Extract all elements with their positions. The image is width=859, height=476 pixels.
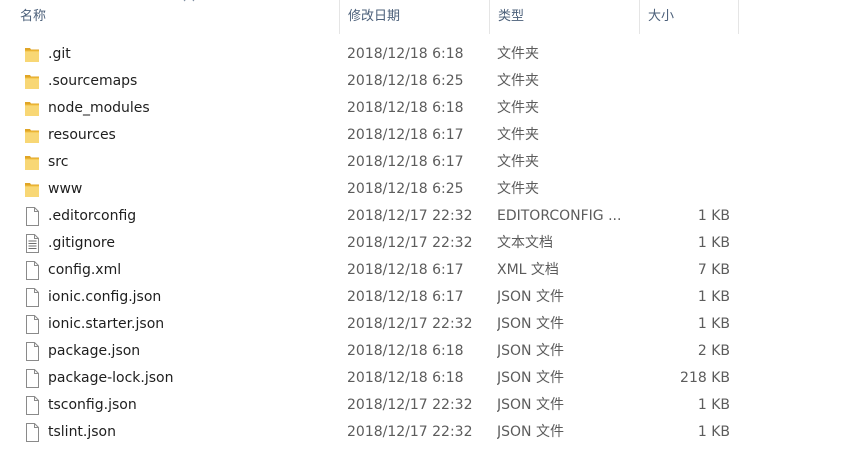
file-name: src [48, 154, 69, 170]
file-name: .sourcemaps [48, 73, 138, 89]
file-row[interactable]: ionic.config.json 2018/12/18 6:17 JSON 文件 1… [0, 284, 859, 311]
file-name: tslint.json [48, 424, 116, 440]
folder-icon [24, 45, 40, 64]
folder-icon [24, 153, 40, 172]
file-date-modified: 2018/12/18 6:17 [347, 262, 464, 278]
file-icon [24, 342, 40, 361]
file-size: 218 KB [680, 370, 730, 386]
file-date-modified: 2018/12/17 22:32 [347, 316, 473, 332]
sort-ascending-icon [183, 0, 195, 6]
file-list: .git 2018/12/18 6:18 文件夹 .sourcemaps 2018/1… [0, 41, 859, 446]
file-name: tsconfig.json [48, 397, 137, 413]
folder-icon [24, 99, 40, 118]
file-type: JSON 文件 [497, 397, 564, 413]
column-header-date[interactable]: 修改日期 [339, 0, 489, 34]
file-size: 1 KB [697, 316, 730, 332]
file-row[interactable]: .git 2018/12/18 6:18 文件夹 [0, 41, 859, 68]
file-name: .gitignore [48, 235, 115, 251]
file-name: .editorconfig [48, 208, 137, 224]
file-row[interactable]: resources 2018/12/18 6:17 文件夹 [0, 122, 859, 149]
file-name: .git [48, 46, 71, 62]
file-type: 文件夹 [497, 154, 539, 170]
file-size: 1 KB [697, 208, 730, 224]
file-row[interactable]: config.xml 2018/12/18 6:17 XML 文档 7 KB [0, 257, 859, 284]
file-type: JSON 文件 [497, 370, 564, 386]
column-header-bar: 名称 修改日期 类型 大小 [0, 0, 859, 34]
file-icon [24, 288, 40, 307]
column-header-name-label: 名称 [20, 9, 47, 24]
file-type: EDITORCONFIG ... [497, 208, 622, 224]
file-type: 文件夹 [497, 127, 539, 143]
file-date-modified: 2018/12/18 6:17 [347, 127, 464, 143]
file-date-modified: 2018/12/18 6:18 [347, 370, 464, 386]
file-name: ionic.starter.json [48, 316, 165, 332]
folder-icon [24, 72, 40, 91]
file-icon [24, 315, 40, 334]
file-row[interactable]: src 2018/12/18 6:17 文件夹 [0, 149, 859, 176]
file-type: 文本文档 [497, 235, 553, 251]
file-name: config.xml [48, 262, 122, 278]
file-type: 文件夹 [497, 181, 539, 197]
file-date-modified: 2018/12/18 6:18 [347, 46, 464, 62]
file-type: XML 文档 [497, 262, 559, 278]
file-size: 1 KB [697, 424, 730, 440]
text-document-icon [24, 234, 40, 253]
file-row[interactable]: www 2018/12/18 6:25 文件夹 [0, 176, 859, 203]
file-date-modified: 2018/12/18 6:17 [347, 154, 464, 170]
file-size: 7 KB [697, 262, 730, 278]
file-date-modified: 2018/12/18 6:18 [347, 343, 464, 359]
folder-icon [24, 180, 40, 199]
file-date-modified: 2018/12/17 22:32 [347, 235, 473, 251]
file-date-modified: 2018/12/17 22:32 [347, 208, 473, 224]
column-header-size-label: 大小 [648, 9, 675, 24]
file-explorer: 名称 修改日期 类型 大小 .git 2018/12/18 6:18 文件夹 .so… [0, 0, 859, 476]
file-name: www [48, 181, 83, 197]
file-date-modified: 2018/12/18 6:25 [347, 73, 464, 89]
file-type: 文件夹 [497, 73, 539, 89]
folder-icon [24, 126, 40, 145]
column-header-size[interactable]: 大小 [639, 0, 739, 34]
column-header-type-label: 类型 [498, 9, 525, 24]
file-row[interactable]: package.json 2018/12/18 6:18 JSON 文件 2 KB [0, 338, 859, 365]
file-date-modified: 2018/12/18 6:18 [347, 100, 464, 116]
file-date-modified: 2018/12/18 6:25 [347, 181, 464, 197]
file-icon [24, 396, 40, 415]
file-icon [24, 261, 40, 280]
file-icon [24, 207, 40, 226]
file-type: JSON 文件 [497, 316, 564, 332]
file-size: 2 KB [697, 343, 730, 359]
file-icon [24, 423, 40, 442]
file-row[interactable]: tsconfig.json 2018/12/17 22:32 JSON 文件 1 KB [0, 392, 859, 419]
file-type: 文件夹 [497, 100, 539, 116]
file-name: resources [48, 127, 116, 143]
file-row[interactable]: ionic.starter.json 2018/12/17 22:32 JSON 文… [0, 311, 859, 338]
column-header-name[interactable]: 名称 [12, 0, 339, 34]
file-size: 1 KB [697, 289, 730, 305]
file-name: ionic.config.json [48, 289, 162, 305]
file-size: 1 KB [697, 397, 730, 413]
file-row[interactable]: .editorconfig 2018/12/17 22:32 EDITORCONFI… [0, 203, 859, 230]
file-type: JSON 文件 [497, 289, 564, 305]
column-header-type[interactable]: 类型 [489, 0, 639, 34]
file-row[interactable]: node_modules 2018/12/18 6:18 文件夹 [0, 95, 859, 122]
file-name: package-lock.json [48, 370, 174, 386]
file-date-modified: 2018/12/18 6:17 [347, 289, 464, 305]
file-row[interactable]: tslint.json 2018/12/17 22:32 JSON 文件 1 KB [0, 419, 859, 446]
file-row[interactable]: .sourcemaps 2018/12/18 6:25 文件夹 [0, 68, 859, 95]
file-date-modified: 2018/12/17 22:32 [347, 397, 473, 413]
file-type: JSON 文件 [497, 424, 564, 440]
file-date-modified: 2018/12/17 22:32 [347, 424, 473, 440]
file-row[interactable]: package-lock.json 2018/12/18 6:18 JSON 文件 2… [0, 365, 859, 392]
file-size: 1 KB [697, 235, 730, 251]
file-name: node_modules [48, 100, 150, 116]
file-row[interactable]: .gitignore 2018/12/17 22:32 文本文档 1 KB [0, 230, 859, 257]
column-header-date-label: 修改日期 [348, 9, 401, 24]
file-type: 文件夹 [497, 46, 539, 62]
file-name: package.json [48, 343, 141, 359]
file-type: JSON 文件 [497, 343, 564, 359]
file-icon [24, 369, 40, 388]
